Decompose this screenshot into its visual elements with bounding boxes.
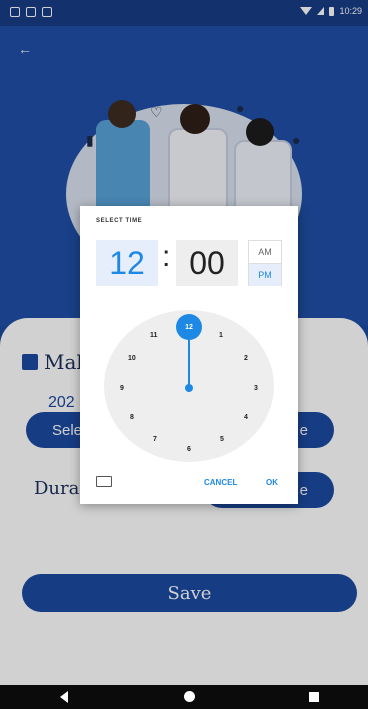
time-picker-dialog: SELECT TIME 12 : 00 AM PM 12 1 2 3 4 5 6… [80,206,298,504]
am-option[interactable]: AM [249,241,281,264]
clock-center-dot [185,384,193,392]
nav-recents-icon[interactable] [309,692,319,702]
clock-number-4[interactable]: 4 [244,414,248,421]
am-pm-toggle: AM PM [248,240,282,286]
clock-number-2[interactable]: 2 [244,355,248,362]
clock-number-11[interactable]: 11 [150,332,157,339]
clock-number-8[interactable]: 8 [130,414,134,421]
clock-number-9[interactable]: 9 [120,385,124,392]
pm-option[interactable]: PM [249,264,281,286]
cancel-button[interactable]: CANCEL [204,478,237,487]
dialog-title: SELECT TIME [96,218,143,224]
system-nav-bar [0,685,368,709]
clock-number-12-selected[interactable]: 12 [176,314,202,340]
clock-face[interactable]: 12 1 2 3 4 5 6 7 8 9 10 11 [104,310,274,462]
keyboard-icon[interactable] [96,476,112,487]
ok-button[interactable]: OK [266,478,278,487]
clock-number-5[interactable]: 5 [220,436,224,443]
clock-number-10[interactable]: 10 [128,355,136,362]
clock-number-3[interactable]: 3 [254,385,258,392]
nav-home-icon[interactable] [184,691,195,702]
clock-number-7[interactable]: 7 [153,436,157,443]
clock-hand [188,340,190,388]
clock-number-1[interactable]: 1 [219,332,223,339]
minute-field[interactable]: 00 [176,240,238,286]
clock-number-6[interactable]: 6 [187,446,191,453]
nav-back-icon[interactable] [60,691,68,703]
time-separator: : [162,240,171,273]
hour-field[interactable]: 12 [96,240,158,286]
